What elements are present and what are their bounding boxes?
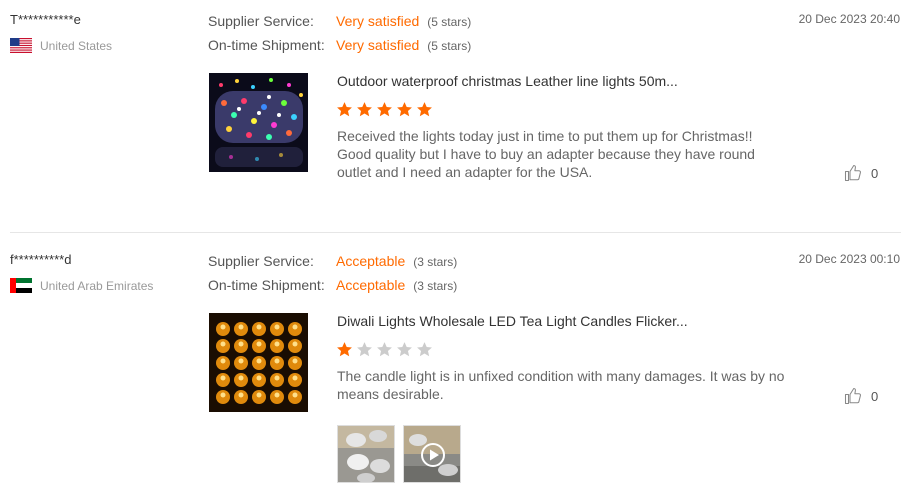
review-item: f**********d United Arab Emirates Suppli… [0, 240, 909, 492]
uae-flag-icon [10, 278, 32, 293]
thumbs-up-icon [844, 164, 861, 182]
product-title[interactable]: Diwali Lights Wholesale LED Tea Light Ca… [337, 313, 688, 329]
rating-label: Supplier Service: [208, 13, 314, 29]
country-name: United Arab Emirates [40, 278, 154, 293]
star-icon [397, 102, 412, 117]
review-photo-thumbnail[interactable] [337, 425, 395, 483]
review-star-rating [336, 101, 436, 118]
review-star-rating [336, 341, 436, 358]
buyer-country: United Arab Emirates [10, 278, 153, 293]
rating-label: On-time Shipment: [208, 37, 325, 53]
thumbs-up-icon [844, 387, 861, 405]
rating-value: Acceptable [336, 277, 406, 293]
buyer-name: T***********e [10, 12, 81, 27]
country-name: United States [40, 38, 113, 53]
rating-stars-text: (5 stars) [427, 39, 472, 53]
review-item: T***********e United States Supplier Ser… [0, 0, 909, 232]
star-icon [417, 342, 432, 357]
supplier-service-rating: Supplier Service: Very satisfied (5 star… [208, 13, 471, 29]
star-icon [377, 342, 392, 357]
supplier-service-rating: Supplier Service: Acceptable (3 stars) [208, 253, 457, 269]
rating-value: Very satisfied [336, 37, 420, 53]
helpful-button[interactable]: 0 [844, 387, 878, 405]
us-flag-icon [10, 38, 32, 53]
star-icon [397, 342, 412, 357]
review-divider [10, 232, 901, 233]
review-video-thumbnail[interactable] [403, 425, 461, 483]
star-icon [377, 102, 392, 117]
shipment-rating: On-time Shipment: Very satisfied (5 star… [208, 37, 471, 53]
product-thumbnail[interactable] [209, 313, 308, 412]
star-icon [337, 342, 352, 357]
review-date: 20 Dec 2023 00:10 [798, 252, 900, 266]
rating-value: Acceptable [336, 253, 406, 269]
star-icon [357, 342, 372, 357]
star-icon [357, 102, 372, 117]
review-text: The candle light is in unfixed condition… [337, 368, 785, 402]
rating-label: Supplier Service: [208, 253, 314, 269]
rating-label: On-time Shipment: [208, 277, 325, 293]
rating-value: Very satisfied [336, 13, 420, 29]
helpful-count: 0 [871, 388, 879, 404]
buyer-country: United States [10, 38, 112, 53]
rating-stars-text: (3 stars) [413, 255, 458, 269]
product-thumbnail[interactable] [209, 73, 308, 172]
helpful-button[interactable]: 0 [844, 164, 878, 182]
buyer-name: f**********d [10, 252, 72, 267]
rating-stars-text: (3 stars) [413, 279, 458, 293]
review-text: Received the lights today just in time t… [337, 128, 755, 180]
product-title[interactable]: Outdoor waterproof christmas Leather lin… [337, 73, 678, 89]
rating-stars-text: (5 stars) [427, 15, 472, 29]
star-icon [337, 102, 352, 117]
shipment-rating: On-time Shipment: Acceptable (3 stars) [208, 277, 457, 293]
star-icon [417, 102, 432, 117]
review-date: 20 Dec 2023 20:40 [798, 12, 900, 26]
helpful-count: 0 [871, 165, 879, 181]
